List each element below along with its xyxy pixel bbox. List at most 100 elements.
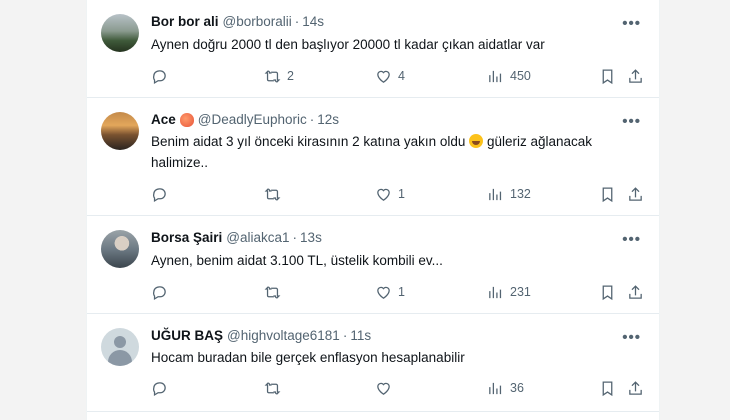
reply-button[interactable] bbox=[151, 378, 174, 398]
reply-button[interactable] bbox=[151, 282, 174, 302]
bookmark-icon bbox=[602, 284, 613, 300]
timestamp[interactable]: 14s bbox=[302, 14, 324, 29]
tweet[interactable]: UĞUR BAŞ @highvoltage6181 · 11s ••• Hoca… bbox=[87, 314, 659, 412]
tweet[interactable]: Ace @DeadlyEuphoric · 12s ••• Benim aida… bbox=[87, 98, 659, 216]
avatar-head-shape bbox=[114, 336, 126, 348]
views-chart-icon bbox=[489, 382, 502, 394]
tweet-header: Borsa Şairi @aliakca1 · 13s bbox=[151, 230, 645, 245]
like-button[interactable]: 1 bbox=[375, 282, 405, 302]
retweet-button[interactable] bbox=[264, 184, 287, 204]
retweet-count: 2 bbox=[287, 69, 294, 83]
retweet-icon bbox=[264, 187, 281, 201]
more-options-icon[interactable]: ••• bbox=[622, 330, 641, 345]
like-button[interactable] bbox=[375, 378, 398, 398]
timestamp[interactable]: 11s bbox=[350, 328, 371, 343]
tweet-text-part: Benim aidat 3 yıl önceki kirasının 2 kat… bbox=[151, 134, 466, 149]
share-icon bbox=[629, 186, 642, 201]
bookmark-icon bbox=[602, 380, 613, 396]
share-icon bbox=[629, 68, 642, 83]
tweet-header: Ace @DeadlyEuphoric · 12s bbox=[151, 112, 645, 127]
bookmark-icon bbox=[602, 68, 613, 84]
share-icon bbox=[629, 380, 642, 395]
share-icon bbox=[629, 284, 642, 299]
view-count: 132 bbox=[510, 187, 531, 201]
user-handle[interactable]: @borboralii bbox=[223, 14, 292, 29]
bookmark-button[interactable] bbox=[599, 378, 616, 398]
separator: · bbox=[309, 112, 315, 127]
tweet[interactable]: Bor bor ali @borboralii · 14s ••• Aynen … bbox=[87, 0, 659, 98]
action-bar: 1 231 bbox=[151, 282, 644, 302]
display-name[interactable]: Borsa Şairi bbox=[151, 230, 222, 245]
bookmark-button[interactable] bbox=[599, 184, 616, 204]
default-avatar[interactable] bbox=[101, 328, 139, 366]
tweet-text: Hocam buradan bile gerçek enflasyon hesa… bbox=[151, 350, 465, 365]
reply-icon bbox=[153, 187, 166, 202]
separator: · bbox=[294, 14, 300, 29]
more-options-icon[interactable]: ••• bbox=[622, 232, 641, 247]
display-name[interactable]: UĞUR BAŞ bbox=[151, 328, 223, 343]
bookmark-icon bbox=[602, 186, 613, 202]
reply-button[interactable] bbox=[151, 184, 174, 204]
retweet-icon bbox=[264, 381, 281, 395]
share-button[interactable] bbox=[627, 378, 644, 398]
like-count: 1 bbox=[398, 285, 405, 299]
timestamp[interactable]: 13s bbox=[300, 230, 322, 245]
share-button[interactable] bbox=[627, 282, 644, 302]
retweet-icon bbox=[264, 285, 281, 299]
views-chart-icon bbox=[489, 188, 502, 200]
views-button[interactable]: 132 bbox=[487, 184, 531, 204]
tweet-text: Benim aidat 3 yıl önceki kirasının 2 kat… bbox=[151, 131, 615, 173]
reply-icon bbox=[153, 381, 166, 396]
separator: · bbox=[342, 328, 348, 343]
more-options-icon[interactable]: ••• bbox=[622, 114, 641, 129]
display-name[interactable]: Ace bbox=[151, 112, 176, 127]
views-button[interactable]: 231 bbox=[487, 282, 531, 302]
heart-icon bbox=[377, 188, 390, 201]
share-button[interactable] bbox=[627, 66, 644, 86]
views-chart-icon bbox=[489, 70, 502, 82]
display-name[interactable]: Bor bor ali bbox=[151, 14, 219, 29]
laughing-emoji-icon bbox=[469, 134, 484, 148]
avatar[interactable] bbox=[101, 112, 139, 150]
heart-icon bbox=[377, 382, 390, 395]
action-bar: 2 4 450 bbox=[151, 66, 644, 86]
more-options-icon[interactable]: ••• bbox=[622, 16, 641, 31]
retweet-button[interactable] bbox=[264, 378, 287, 398]
timestamp[interactable]: 12s bbox=[317, 112, 339, 127]
like-count: 1 bbox=[398, 187, 405, 201]
retweet-icon bbox=[264, 69, 281, 83]
heart-icon bbox=[377, 286, 390, 299]
user-handle[interactable]: @DeadlyEuphoric bbox=[198, 112, 307, 127]
bookmark-button[interactable] bbox=[599, 282, 616, 302]
peach-emoji-icon bbox=[179, 112, 194, 127]
tweet[interactable]: Borsa Şairi @aliakca1 · 13s ••• Aynen, b… bbox=[87, 216, 659, 314]
action-bar: 36 bbox=[151, 378, 644, 398]
avatar-body-shape bbox=[108, 350, 132, 366]
reply-icon bbox=[153, 69, 166, 84]
like-button[interactable]: 1 bbox=[375, 184, 405, 204]
view-count: 450 bbox=[510, 69, 531, 83]
action-bar: 1 132 bbox=[151, 184, 644, 204]
user-handle[interactable]: @aliakca1 bbox=[226, 230, 289, 245]
avatar[interactable] bbox=[101, 14, 139, 52]
tweet-header: UĞUR BAŞ @highvoltage6181 · 11s bbox=[151, 328, 645, 343]
views-button[interactable]: 450 bbox=[487, 66, 531, 86]
tweet-text: Aynen, benim aidat 3.100 TL, üstelik kom… bbox=[151, 253, 443, 268]
retweet-button[interactable] bbox=[264, 282, 287, 302]
separator: · bbox=[292, 230, 298, 245]
view-count: 36 bbox=[510, 381, 524, 395]
like-count: 4 bbox=[398, 69, 405, 83]
bookmark-button[interactable] bbox=[599, 66, 616, 86]
user-handle[interactable]: @highvoltage6181 bbox=[227, 328, 340, 343]
views-button[interactable]: 36 bbox=[487, 378, 524, 398]
reply-feed: Bor bor ali @borboralii · 14s ••• Aynen … bbox=[86, 0, 660, 420]
share-button[interactable] bbox=[627, 184, 644, 204]
reply-icon bbox=[153, 285, 166, 300]
like-button[interactable]: 4 bbox=[375, 66, 405, 86]
views-chart-icon bbox=[489, 286, 502, 298]
avatar[interactable] bbox=[101, 230, 139, 268]
tweet-text: Aynen doğru 2000 tl den başlıyor 20000 t… bbox=[151, 37, 545, 52]
reply-button[interactable] bbox=[151, 66, 174, 86]
retweet-button[interactable]: 2 bbox=[264, 66, 294, 86]
view-count: 231 bbox=[510, 285, 531, 299]
